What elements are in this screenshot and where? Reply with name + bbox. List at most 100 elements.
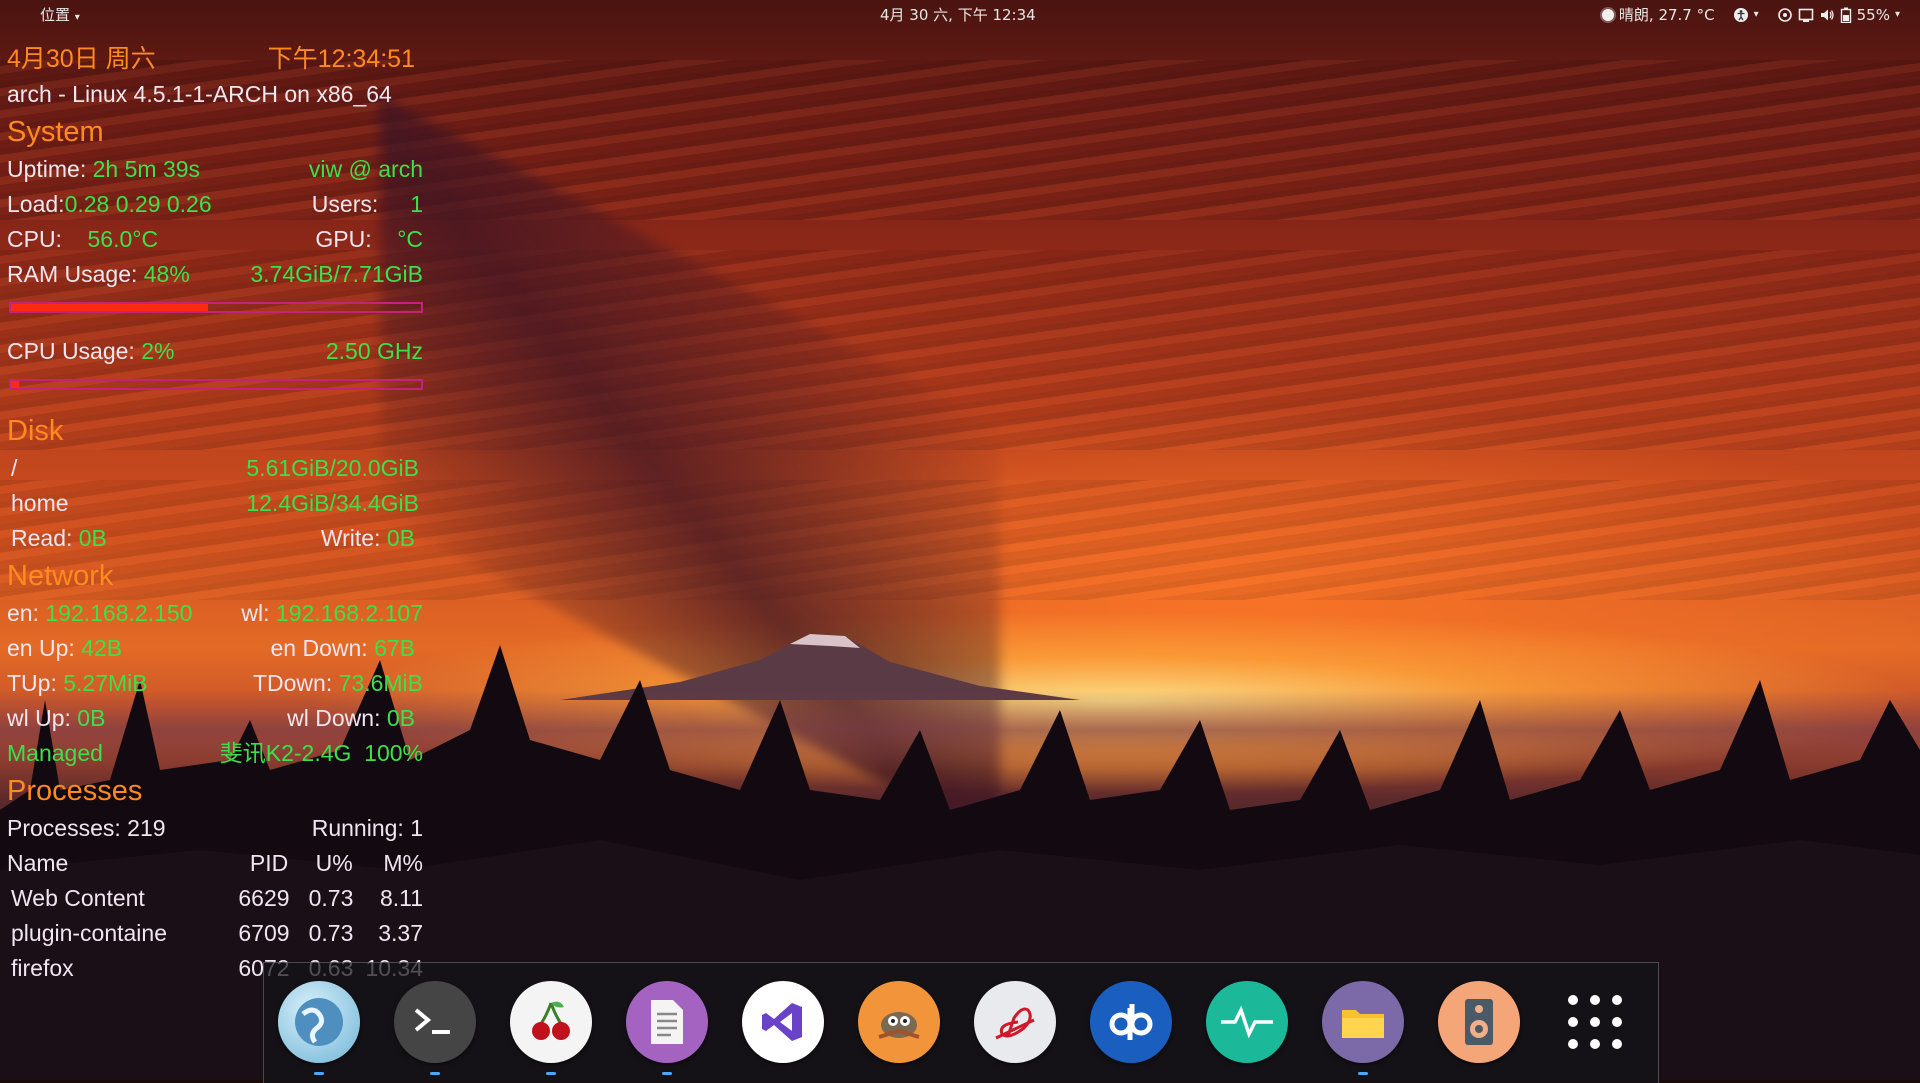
sun-icon bbox=[1601, 9, 1614, 21]
process-cpu: 0.73 bbox=[308, 920, 354, 946]
en-up-value: 42B bbox=[81, 635, 123, 661]
network-header: Network bbox=[7, 560, 114, 592]
ram-percent: 48% bbox=[143, 261, 190, 287]
uptime-label: Uptime: bbox=[7, 156, 87, 182]
column-mem: M% bbox=[383, 850, 423, 876]
audio-player-icon[interactable] bbox=[1438, 981, 1520, 1063]
ram-amount: 3.74GiB/7.71GiB bbox=[250, 261, 423, 287]
files-icon[interactable] bbox=[1322, 981, 1404, 1075]
disk-write-value: 0B bbox=[386, 525, 415, 551]
show-applications-icon[interactable] bbox=[1554, 981, 1636, 1063]
web-browser-icon[interactable] bbox=[278, 981, 360, 1075]
total-down-label: TDown: bbox=[252, 670, 333, 696]
cpu-temp-value: 56.0°C bbox=[87, 226, 159, 252]
process-pid: 6709 bbox=[238, 920, 290, 946]
weather-indicator[interactable]: 晴朗, 27.7 °C bbox=[1601, 0, 1715, 30]
process-mem: 3.37 bbox=[378, 920, 423, 946]
cpu-temp-label: CPU: bbox=[7, 226, 62, 252]
visual-studio-code-icon[interactable] bbox=[742, 981, 824, 1063]
top-panel: 位置 ▾ 4月 30 六, 下午 12:34 晴朗, 27.7 °C ▾ 55%… bbox=[0, 0, 1920, 30]
processes-header: Processes bbox=[7, 775, 143, 807]
screen-icon bbox=[1798, 8, 1813, 22]
disk-read-value: 0B bbox=[78, 525, 107, 551]
process-table-header: Name PID U% M% bbox=[7, 846, 423, 881]
disk-write-label: Write: bbox=[320, 525, 381, 551]
cpu-frequency: 2.50 GHz bbox=[325, 338, 423, 364]
home-mount-label: home bbox=[11, 490, 69, 516]
cpu-usage-percent: 2% bbox=[141, 338, 175, 364]
cpu-usage-fill bbox=[11, 381, 20, 388]
panel-clock[interactable]: 4月 30 六, 下午 12:34 bbox=[880, 0, 1036, 30]
system-monitor-icon[interactable] bbox=[1206, 981, 1288, 1063]
wl-label: wl: bbox=[241, 600, 270, 626]
ram-label: RAM Usage: bbox=[7, 261, 138, 287]
uptime-value: 2h 5m 39s bbox=[92, 156, 201, 182]
network-icon bbox=[1777, 8, 1792, 22]
process-mem: 8.11 bbox=[379, 885, 423, 911]
wifi-ssid: 斐讯K2-2.4G bbox=[219, 740, 352, 766]
process-count: 219 bbox=[127, 815, 166, 841]
cpu-usage-label: CPU Usage: bbox=[7, 338, 135, 364]
gpu-temp-value: °C bbox=[397, 226, 423, 252]
qbittorrent-icon[interactable] bbox=[1090, 981, 1172, 1063]
process-row: plugin-containe 6709 0.73 3.37 bbox=[7, 916, 423, 951]
process-pid: 6629 bbox=[238, 885, 290, 911]
terminal-icon[interactable] bbox=[394, 981, 476, 1075]
total-up-label: TUp: bbox=[7, 670, 57, 696]
places-label: 位置 bbox=[40, 6, 71, 24]
chevron-down-icon: ▾ bbox=[74, 12, 80, 23]
conky-time: 下午12:34:51 bbox=[267, 45, 415, 73]
disk-header: Disk bbox=[7, 415, 64, 447]
column-cpu: U% bbox=[315, 850, 353, 876]
home-usage: 12.4GiB/34.4GiB bbox=[246, 490, 419, 516]
conky-date: 4月30日 周六 bbox=[7, 45, 156, 73]
en-down-label: en Down: bbox=[270, 635, 368, 661]
process-name: plugin-containe bbox=[11, 920, 168, 946]
system-header: System bbox=[7, 116, 104, 148]
volume-icon bbox=[1820, 9, 1834, 21]
battery-icon bbox=[1840, 7, 1851, 23]
user-host: viw @ arch bbox=[308, 156, 423, 182]
gimp-icon[interactable] bbox=[858, 981, 940, 1063]
root-mount-label: / bbox=[11, 455, 18, 481]
cherrytree-icon[interactable] bbox=[510, 981, 592, 1075]
network-status: Managed bbox=[7, 740, 103, 766]
process-name: Web Content bbox=[11, 885, 145, 911]
process-count-label: Processes: bbox=[7, 815, 121, 841]
conky-monitor: 4月30日 周六 下午12:34:51 arch - Linux 4.5.1-1… bbox=[7, 42, 423, 986]
weather-text: 晴朗, 27.7 °C bbox=[1618, 6, 1715, 24]
chevron-down-icon: ▾ bbox=[1753, 9, 1759, 20]
users-label: Users: bbox=[311, 191, 379, 217]
accessibility-icon bbox=[1733, 8, 1748, 22]
column-name: Name bbox=[7, 850, 69, 876]
wl-down-label: wl Down: bbox=[287, 705, 381, 731]
kernel-info: arch - Linux 4.5.1-1-ARCH on x86_64 bbox=[7, 81, 392, 107]
ram-usage-bar bbox=[9, 302, 423, 313]
wl-ip: 192.168.2.107 bbox=[275, 600, 423, 626]
cpu-usage-bar bbox=[9, 379, 423, 390]
evince-icon[interactable] bbox=[974, 981, 1056, 1063]
en-ip: 192.168.2.150 bbox=[45, 600, 193, 626]
system-tray: 晴朗, 27.7 °C ▾ 55% ▾ bbox=[1601, 0, 1900, 30]
running-label: Running: bbox=[311, 815, 404, 841]
total-up-value: 5.27MiB bbox=[63, 670, 148, 696]
wl-down-value: 0B bbox=[386, 705, 415, 731]
en-label: en: bbox=[7, 600, 39, 626]
status-icons[interactable]: 55% ▾ bbox=[1777, 0, 1900, 30]
load-label: Load: bbox=[7, 191, 65, 217]
dock bbox=[263, 962, 1659, 1083]
wl-up-value: 0B bbox=[77, 705, 106, 731]
battery-percent: 55% bbox=[1856, 6, 1890, 24]
wl-up-label: wl Up: bbox=[7, 705, 71, 731]
disk-read-label: Read: bbox=[11, 525, 73, 551]
places-menu[interactable]: 位置 ▾ bbox=[40, 0, 80, 33]
wifi-signal: 100% bbox=[364, 740, 423, 766]
process-cpu: 0.73 bbox=[308, 885, 354, 911]
accessibility-menu[interactable]: ▾ bbox=[1733, 0, 1759, 30]
chevron-down-icon: ▾ bbox=[1894, 9, 1900, 20]
ram-usage-fill bbox=[11, 304, 208, 311]
gpu-temp-label: GPU: bbox=[315, 226, 372, 252]
root-usage: 5.61GiB/20.0GiB bbox=[246, 455, 419, 481]
column-pid: PID bbox=[249, 850, 289, 876]
text-editor-icon[interactable] bbox=[626, 981, 708, 1075]
